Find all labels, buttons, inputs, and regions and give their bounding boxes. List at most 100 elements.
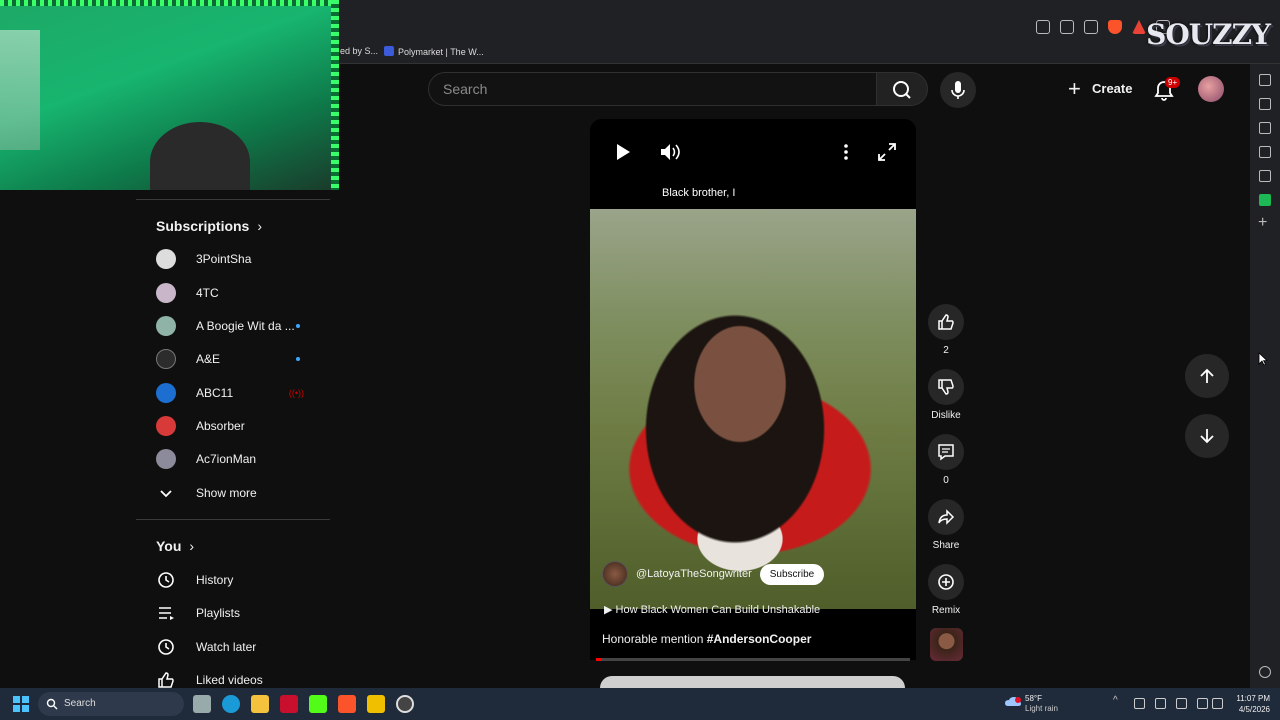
progress-bar[interactable] [596, 658, 910, 661]
remix-button[interactable]: Remix [928, 564, 964, 616]
channel-avatar [156, 416, 176, 436]
like-button[interactable]: 2 [928, 304, 964, 356]
weather-rain-icon [1005, 697, 1021, 706]
voice-search-button[interactable] [940, 72, 976, 108]
subscription-item[interactable]: Absorber [156, 409, 326, 443]
network-icon[interactable] [1197, 698, 1208, 709]
streamer-watermark-logo: SOUZZY [1146, 18, 1271, 51]
channel-avatar[interactable] [602, 561, 628, 587]
bookmark-item-polymarket[interactable]: Polymarket | The W... [384, 46, 484, 57]
add-panel-icon[interactable]: + [1258, 215, 1267, 231]
polymarket-icon [384, 46, 394, 56]
play-icon[interactable] [614, 143, 632, 161]
subscription-item[interactable]: 4TC [156, 276, 326, 310]
new-content-dot [296, 357, 300, 361]
system-clock[interactable]: 11:07 PM 4/5/2026 [1228, 693, 1270, 715]
channel-name: Ac7ionMan [196, 452, 257, 466]
share-icon [938, 509, 955, 525]
next-short-preview[interactable] [600, 676, 905, 688]
shorts-player[interactable]: Black brother, I @LatoyaTheSongwriter Su… [590, 119, 916, 660]
chevron-down-icon [160, 490, 172, 498]
comments-circle [928, 434, 964, 470]
reading-list-icon[interactable] [1259, 146, 1271, 158]
weather-widget[interactable]: 58°F Light rain [1025, 694, 1058, 714]
search-input[interactable]: Search [428, 72, 876, 106]
channel-info: @LatoyaTheSongwriter Subscribe [602, 561, 825, 587]
edge-browser-icon[interactable] [222, 695, 240, 713]
subscription-item[interactable]: 3PointSha [156, 242, 326, 276]
subscribe-button[interactable]: Subscribe [759, 563, 825, 585]
brave-browser-icon[interactable] [338, 695, 356, 713]
volume-icon[interactable] [658, 141, 682, 163]
subscriptions-title: Subscriptions [156, 218, 250, 234]
cast-icon[interactable] [1036, 20, 1050, 34]
dislike-label: Dislike [931, 410, 961, 421]
fullscreen-icon[interactable] [876, 141, 898, 163]
file-explorer-icon[interactable] [251, 695, 269, 713]
nav-item-watch-later[interactable]: Watch later [156, 630, 326, 664]
tray-app-icon[interactable] [1134, 698, 1145, 709]
more-options-icon[interactable] [840, 141, 852, 163]
tray-app-icon[interactable] [1155, 698, 1166, 709]
sound-link[interactable]: ▶ How Black Women Can Build Unshakable [604, 603, 820, 616]
brave-rewards-icon[interactable] [1132, 20, 1146, 34]
notes-panel-icon[interactable] [1259, 170, 1271, 182]
task-view-icon[interactable] [193, 695, 211, 713]
create-button[interactable]: + Create [1060, 72, 1140, 106]
sound-title: How Black Women Can Build Unshakable [615, 604, 821, 616]
settings-icon[interactable] [1259, 666, 1271, 678]
bookmark-item[interactable]: ed by S... [340, 46, 378, 56]
nav-item-history[interactable]: History [156, 563, 326, 597]
search-button[interactable] [876, 72, 928, 106]
divider [136, 199, 330, 200]
dislike-circle [928, 369, 964, 405]
thumbs-up-icon [938, 314, 954, 330]
share-page-icon[interactable] [1084, 20, 1098, 34]
subscription-item[interactable]: A Boogie Wit da ... [156, 309, 326, 343]
progress-fill [596, 658, 603, 661]
wallet-panel-icon[interactable] [1259, 122, 1271, 134]
video-panel-icon[interactable] [1259, 98, 1271, 110]
microphone-icon [951, 81, 965, 99]
nav-item-playlists[interactable]: Playlists [156, 596, 326, 630]
windows-start-icon[interactable] [13, 696, 29, 712]
adobe-app-icon[interactable] [280, 695, 298, 713]
you-heading[interactable]: You › [156, 538, 194, 554]
like-icon [158, 672, 174, 688]
bookmarks-panel-icon[interactable] [1259, 74, 1271, 86]
volume-icon[interactable] [1212, 698, 1223, 709]
zoom-icon[interactable] [1060, 20, 1074, 34]
sound-thumbnail[interactable] [930, 628, 963, 661]
nav-label: History [196, 573, 234, 587]
remix-label: Remix [931, 605, 961, 616]
webcam-overlay [0, 0, 339, 190]
weather-desc: Light rain [1025, 704, 1058, 713]
brave-shields-icon[interactable] [1108, 20, 1122, 34]
channel-avatar [156, 283, 176, 303]
taskbar-search[interactable]: Search [38, 692, 184, 716]
channel-avatar [156, 316, 176, 336]
comments-button[interactable]: 0 [928, 434, 964, 486]
arrow-up-icon [1200, 368, 1214, 383]
kick-app-icon[interactable] [1259, 194, 1271, 206]
subscription-item[interactable]: A&E [156, 342, 326, 376]
subscription-item[interactable]: Ac7ionMan [156, 442, 326, 476]
share-button[interactable]: Share [928, 499, 964, 551]
browser-side-panel: + [1250, 64, 1280, 688]
kick-app-icon[interactable] [309, 695, 327, 713]
share-label: Share [932, 540, 960, 551]
subscriptions-heading[interactable]: Subscriptions › [156, 218, 262, 234]
account-avatar[interactable] [1198, 76, 1224, 102]
chevron-up-icon[interactable]: ^ [1113, 695, 1124, 706]
hashtag-link[interactable]: #AndersonCooper [707, 632, 812, 646]
previous-short-button[interactable] [1185, 354, 1229, 398]
rockstar-launcher-icon[interactable] [367, 695, 385, 713]
microphone-tray-icon[interactable] [1176, 698, 1187, 709]
channel-handle[interactable]: @LatoyaTheSongwriter [636, 568, 752, 580]
obs-studio-icon[interactable] [396, 695, 414, 713]
subscription-item[interactable]: ABC11 ((•)) [156, 376, 326, 410]
left-sidebar: Subscriptions › 3PointSha 4TC A Boogie Wi… [136, 190, 330, 688]
show-more-button[interactable]: Show more [156, 476, 326, 510]
next-short-button[interactable] [1185, 414, 1229, 458]
dislike-button[interactable]: Dislike [924, 369, 968, 421]
